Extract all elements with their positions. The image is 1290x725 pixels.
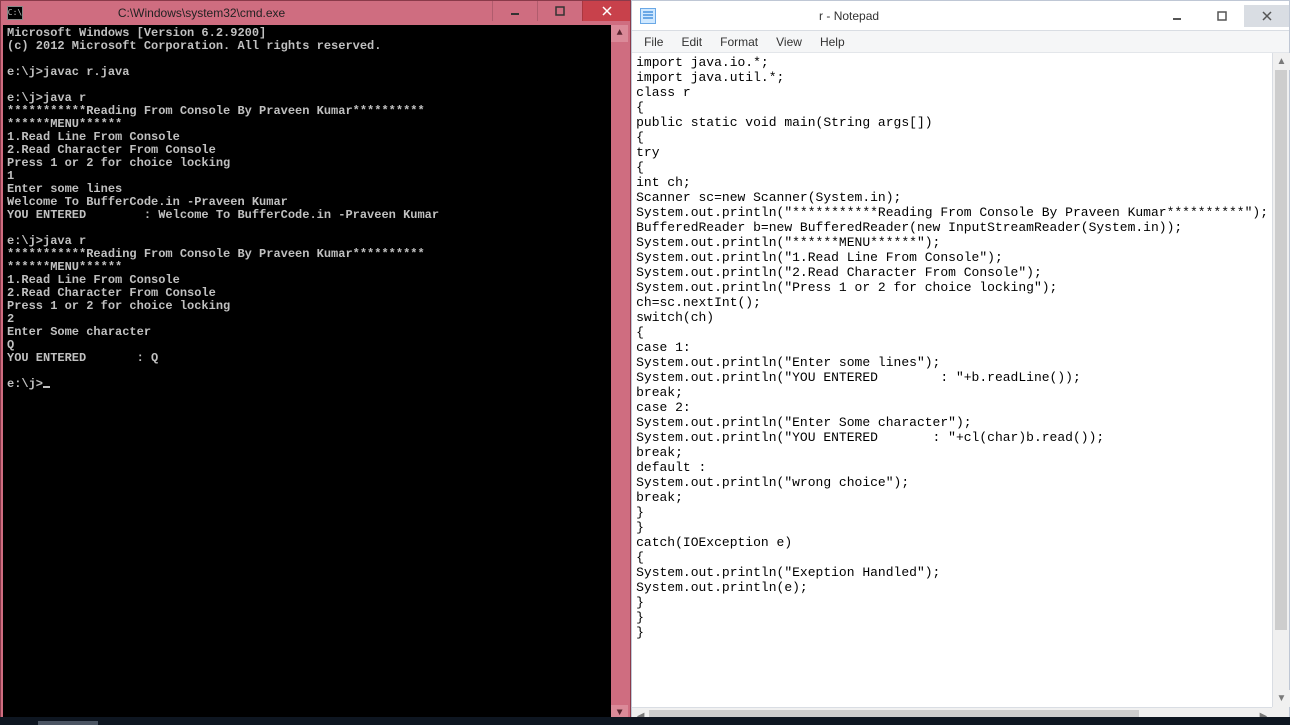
cmd-output: Microsoft Windows [Version 6.2.9200] (c)… <box>7 26 439 391</box>
menu-format[interactable]: Format <box>712 33 766 51</box>
minimize-button[interactable] <box>492 1 537 21</box>
cmd-window-controls <box>492 1 630 25</box>
minimize-icon <box>510 6 520 16</box>
scroll-up-icon[interactable]: ▲ <box>1273 53 1290 70</box>
close-button[interactable] <box>1244 5 1289 27</box>
close-icon <box>1262 11 1272 21</box>
cmd-body[interactable]: Microsoft Windows [Version 6.2.9200] (c)… <box>1 25 630 724</box>
scroll-down-icon[interactable]: ▼ <box>1273 690 1290 707</box>
menu-edit[interactable]: Edit <box>673 33 710 51</box>
cmd-icon-label: C:\ <box>8 9 22 17</box>
cmd-scroll-up[interactable]: ▲ <box>611 25 628 42</box>
notepad-text-area[interactable]: import java.io.*; import java.util.*; cl… <box>632 53 1272 707</box>
cmd-window-title: C:\Windows\system32\cmd.exe <box>31 6 492 20</box>
cmd-icon: C:\ <box>7 6 23 20</box>
cmd-scroll-track[interactable] <box>611 42 628 705</box>
scroll-thumb-vertical[interactable] <box>1275 70 1287 630</box>
notepad-body-wrap: import java.io.*; import java.util.*; cl… <box>632 53 1289 707</box>
minimize-button[interactable] <box>1154 5 1199 27</box>
menu-view[interactable]: View <box>768 33 810 51</box>
notepad-scrollbar-vertical[interactable]: ▲ ▼ <box>1272 53 1289 707</box>
notepad-icon <box>640 8 656 24</box>
menu-file[interactable]: File <box>636 33 671 51</box>
close-icon <box>602 6 612 16</box>
menu-help[interactable]: Help <box>812 33 853 51</box>
taskbar[interactable] <box>0 717 1290 725</box>
cmd-scrollbar[interactable]: ▲ ▼ <box>611 25 628 722</box>
cmd-window: C:\ C:\Windows\system32\cmd.exe Microsof… <box>0 0 631 725</box>
notepad-window: r - Notepad File Edit Format View Help i… <box>631 0 1290 725</box>
scroll-track-vertical[interactable] <box>1273 70 1289 690</box>
maximize-button[interactable] <box>537 1 582 21</box>
notepad-titlebar[interactable]: r - Notepad <box>632 1 1289 31</box>
notepad-window-controls <box>1154 5 1289 27</box>
maximize-button[interactable] <box>1199 5 1244 27</box>
notepad-window-title: r - Notepad <box>664 9 1154 23</box>
notepad-menubar: File Edit Format View Help <box>632 31 1289 53</box>
maximize-icon <box>555 6 565 16</box>
minimize-icon <box>1172 11 1182 21</box>
maximize-icon <box>1217 11 1227 21</box>
close-button[interactable] <box>582 1 630 21</box>
taskbar-item[interactable] <box>38 721 98 725</box>
cmd-titlebar[interactable]: C:\ C:\Windows\system32\cmd.exe <box>1 1 630 25</box>
cmd-cursor <box>43 386 50 388</box>
